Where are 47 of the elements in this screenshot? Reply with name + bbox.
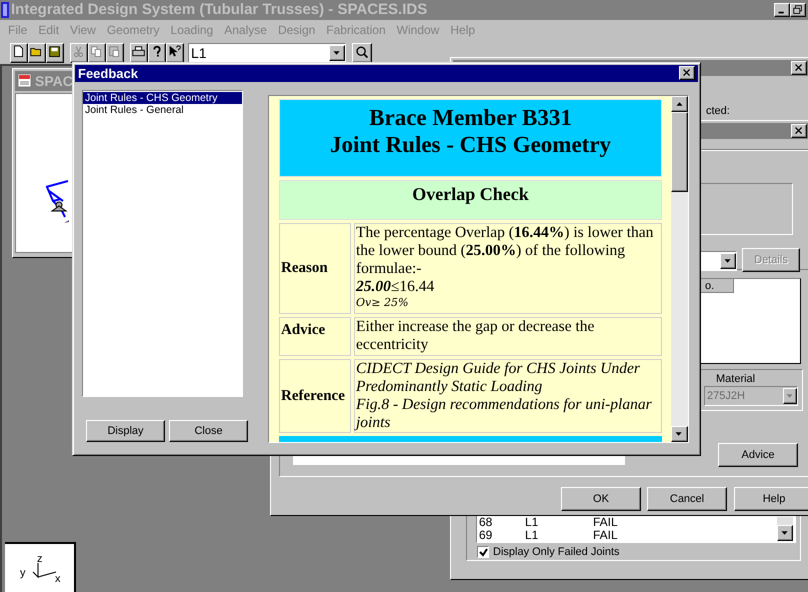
menu-item[interactable]: Edit (38, 21, 60, 39)
check-title: Overlap Check (412, 183, 529, 206)
load-case-dropdown[interactable]: L1 (188, 43, 346, 63)
advice-button[interactable]: Advice (718, 443, 798, 467)
joint-number: 68 (478, 516, 494, 529)
child-window-title: SPAC (35, 72, 73, 90)
report-heading: Joint Rules - CHS Geometry (330, 131, 612, 158)
menu-item[interactable]: Window (396, 21, 440, 39)
window-title: Integrated Design System (Tubular Trusses) - SPACES.IDS (11, 0, 428, 20)
checkbox-label: Display Only Failed Joints (493, 545, 620, 560)
joint-number: 69 (478, 529, 494, 542)
dialog-button[interactable]: Cancel (647, 487, 727, 511)
dialog-button[interactable]: OK (561, 487, 641, 511)
list-item[interactable]: Joint Rules - General (83, 104, 242, 116)
load-case-cell-text: L1 (525, 529, 540, 542)
results-list[interactable]: 68 L1 FAIL 69 L1 FAIL (476, 515, 796, 543)
row-label: Reason (280, 259, 328, 278)
reference-text: Fig.8 - Design recommendations for uni-planar joints (356, 396, 653, 432)
axis-label: z (37, 554, 42, 565)
menu-item[interactable]: Loading (170, 21, 214, 39)
advice-text: Either increase the gap or decrease the eccentricity (356, 318, 596, 354)
dialog-button[interactable]: Display (86, 420, 165, 442)
dialog-button[interactable]: Close (169, 420, 248, 442)
status-cell-text: FAIL (593, 529, 619, 542)
field-label: Material (716, 372, 756, 387)
axis-label: y (20, 568, 26, 579)
list-item[interactable]: Joint Rules - CHS Geometry (83, 92, 242, 104)
menu-item[interactable]: Help (450, 21, 476, 39)
dialog-title: Feedback (78, 64, 138, 83)
row-label: Reference (280, 386, 345, 406)
field-label: cted: (706, 104, 730, 119)
menu-item[interactable]: Analyse (224, 21, 267, 39)
status-cell-text: FAIL (593, 516, 619, 529)
reason-text: The percentage Overlap (16.44%) is lower than the lower bound (25.00%) of the following formulae:- (356, 224, 654, 278)
axis-label: x (55, 574, 60, 585)
condition-text: Ov≥ 25% (356, 296, 410, 309)
menu-item[interactable]: Geometry (106, 21, 160, 39)
report-heading: Brace Member B331 (369, 104, 572, 131)
reference-text: CIDECT Design Guide for CHS Joints Under Predominantly Static Loading (356, 360, 641, 396)
formula-text: 25.00≤16.44 (356, 278, 436, 296)
menu-item[interactable]: Design (278, 21, 316, 39)
row-label: Advice (280, 321, 326, 340)
menu-item[interactable]: Fabrication (326, 21, 386, 39)
menu-item[interactable]: File (8, 21, 28, 39)
dialog-button[interactable]: Help (734, 487, 808, 511)
load-case-cell-text: L1 (525, 516, 540, 529)
menu-item[interactable]: View (70, 21, 96, 39)
